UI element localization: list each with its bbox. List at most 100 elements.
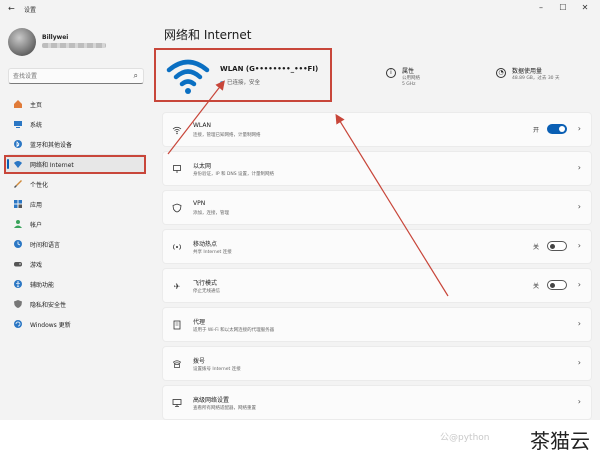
sidebar-item-label: 个性化 <box>30 181 49 189</box>
network-settings-list: WLAN 连接，管理已知网络，计量制网络 开 › 以太网 身份验证，IP 和 D… <box>162 112 592 420</box>
chevron-right-icon[interactable]: › <box>578 319 581 328</box>
chevron-right-icon[interactable]: › <box>578 163 581 172</box>
sidebar-item-label: 隐私和安全性 <box>30 301 67 309</box>
row-wlan[interactable]: WLAN 连接，管理已知网络，计量制网络 开 › <box>162 112 592 147</box>
dialup-icon <box>171 358 183 370</box>
sidebar-item-label: 辅助功能 <box>30 281 55 289</box>
highlight-box-hero <box>154 48 332 102</box>
row-subtitle: 连接，管理已知网络，计量制网络 <box>193 133 261 138</box>
row-title: WLAN <box>193 122 212 129</box>
properties-title: 属性 <box>402 68 415 75</box>
row-title: 飞行模式 <box>193 280 218 287</box>
row-advanced-network[interactable]: 高级网络设置 查看所有网络适配器，网络重置 › <box>162 385 592 420</box>
sidebar-item-label: 时间和语言 <box>30 241 61 249</box>
chevron-right-icon[interactable]: › <box>578 358 581 367</box>
sidebar-item-home[interactable]: 主页 <box>6 94 146 114</box>
sidebar-item-label: Windows 更新 <box>30 321 71 329</box>
row-subtitle: 共享 Internet 连接 <box>193 250 232 255</box>
bluetooth-icon <box>13 139 23 149</box>
wifi-icon <box>171 124 183 136</box>
row-subtitle: 添加，连接，管理 <box>193 211 229 216</box>
row-title: 移动热点 <box>193 241 218 248</box>
person-icon <box>13 219 23 229</box>
info-icon: i <box>386 68 396 78</box>
sidebar-item-windows-update[interactable]: Windows 更新 <box>6 314 146 334</box>
row-subtitle: 适用于 Wi-Fi 和以太网连接的代理服务器 <box>193 328 275 333</box>
sidebar-item-bluetooth[interactable]: 蓝牙和其他设备 <box>6 134 146 154</box>
toggle-state-label: 开 <box>532 127 539 134</box>
row-airplane-mode[interactable]: ✈ 飞行模式 停止无线通信 关 › <box>162 268 592 303</box>
search-box[interactable]: ⌕ <box>8 68 144 84</box>
airplane-toggle[interactable] <box>547 280 567 290</box>
row-dialup[interactable]: 拨号 设置拨号 Internet 连接 › <box>162 346 592 381</box>
row-mobile-hotspot[interactable]: 移动热点 共享 Internet 连接 关 › <box>162 229 592 264</box>
sidebar-item-system[interactable]: 系统 <box>6 114 146 134</box>
chevron-right-icon[interactable]: › <box>578 397 581 406</box>
user-profile[interactable]: Billywei ••••••••••••••••••• <box>8 28 148 58</box>
row-subtitle: 查看所有网络适配器，网络重置 <box>193 406 256 411</box>
row-subtitle: 停止无线通信 <box>193 289 220 294</box>
brand-logo-text: 茶猫云 <box>530 429 590 453</box>
proxy-server-icon <box>171 319 183 331</box>
minimize-button[interactable]: – <box>530 1 552 15</box>
globe-clock-icon <box>13 239 23 249</box>
row-proxy[interactable]: 代理 适用于 Wi-Fi 和以太网连接的代理服务器 › <box>162 307 592 342</box>
chevron-right-icon[interactable]: › <box>578 124 581 133</box>
search-input[interactable] <box>13 71 123 81</box>
close-button[interactable]: ✕ <box>574 1 596 15</box>
row-vpn[interactable]: VPN 添加，连接，管理 › <box>162 190 592 225</box>
monitor-icon <box>13 119 23 129</box>
hotspot-toggle[interactable] <box>547 241 567 251</box>
row-subtitle: 设置拨号 Internet 连接 <box>193 367 241 372</box>
profile-email: ••••••••••••••••••• <box>42 42 98 48</box>
avatar <box>8 28 36 56</box>
row-subtitle: 身份验证，IP 和 DNS 设置，计量制网络 <box>193 172 275 177</box>
chevron-right-icon[interactable]: › <box>578 280 581 289</box>
sidebar-item-label: 蓝牙和其他设备 <box>30 141 73 149</box>
brush-icon <box>13 179 23 189</box>
toggle-state-label: 关 <box>532 244 539 251</box>
sidebar-item-label: 主页 <box>30 101 43 109</box>
watermark-text: 公@python <box>440 433 490 443</box>
row-title: 拨号 <box>193 358 206 365</box>
data-usage-title: 数据使用量 <box>512 68 543 75</box>
back-arrow-icon[interactable]: ← <box>8 4 15 13</box>
highlight-box-nav <box>4 155 146 174</box>
ethernet-icon <box>171 163 183 175</box>
hotspot-icon <box>171 241 183 253</box>
airplane-icon: ✈ <box>173 281 181 291</box>
sidebar-item-personalization[interactable]: 个性化 <box>6 174 146 194</box>
search-icon[interactable]: ⌕ <box>134 71 138 81</box>
row-ethernet[interactable]: 以太网 身份验证，IP 和 DNS 设置，计量制网络 › <box>162 151 592 186</box>
home-icon <box>13 99 23 109</box>
sidebar-nav: 主页 系统 蓝牙和其他设备 网络和 Internet 个性化 应用 帐户 时间和… <box>6 94 146 334</box>
sidebar-item-label: 游戏 <box>30 261 43 269</box>
accessibility-icon <box>13 279 23 289</box>
update-icon <box>13 319 23 329</box>
profile-name: Billywei <box>42 34 69 41</box>
sidebar-item-accessibility[interactable]: 辅助功能 <box>6 274 146 294</box>
row-title: VPN <box>193 200 206 207</box>
properties-network-type: 公用网络 <box>402 76 420 81</box>
apps-icon <box>13 199 23 209</box>
sidebar-item-privacy[interactable]: 隐私和安全性 <box>6 294 146 314</box>
data-usage-amount: 48.89 GB，过去 30 天 <box>512 76 560 81</box>
chevron-right-icon[interactable]: › <box>578 202 581 211</box>
sidebar-item-time-language[interactable]: 时间和语言 <box>6 234 146 254</box>
row-title: 以太网 <box>193 163 212 170</box>
advanced-network-icon <box>171 397 183 409</box>
sidebar-item-gaming[interactable]: 游戏 <box>6 254 146 274</box>
settings-window: ← 设置 – ☐ ✕ Billywei ••••••••••••••••••• … <box>0 0 600 420</box>
sidebar-item-apps[interactable]: 应用 <box>6 194 146 214</box>
row-title: 代理 <box>193 319 206 326</box>
shield-icon <box>13 299 23 309</box>
chevron-right-icon[interactable]: › <box>578 241 581 250</box>
page-title: 网络和 Internet <box>164 28 252 42</box>
wlan-toggle[interactable] <box>547 124 567 134</box>
properties-band: 5 GHz <box>402 82 416 87</box>
gamepad-icon <box>13 259 23 269</box>
maximize-button[interactable]: ☐ <box>552 1 574 15</box>
window-title: 设置 <box>24 7 37 14</box>
sidebar-item-label: 系统 <box>30 121 43 129</box>
sidebar-item-accounts[interactable]: 帐户 <box>6 214 146 234</box>
